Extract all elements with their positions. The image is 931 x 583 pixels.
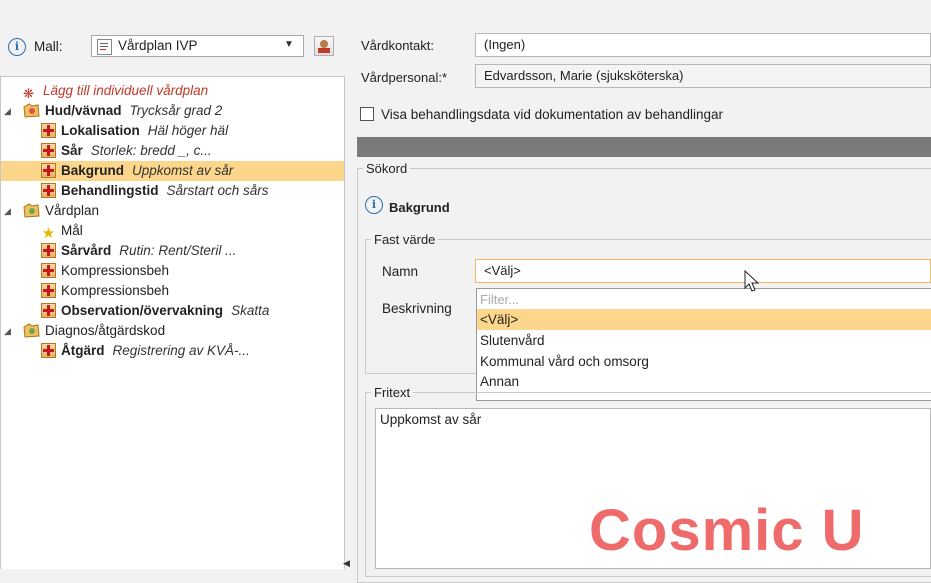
care-item-icon — [41, 283, 56, 298]
star-icon: ★ — [41, 225, 56, 242]
sokord-legend: Sökord — [366, 161, 408, 176]
beskrivning-label: Beskrivning — [382, 301, 452, 316]
dropdown-option[interactable]: Slutenvård — [477, 330, 931, 351]
tree-add-plan[interactable]: ❋ Lägg till individuell vårdplan — [23, 81, 208, 101]
tree-item-vardplan[interactable]: Vårdplan — [23, 201, 99, 221]
care-item-icon — [41, 183, 56, 198]
tree-item-lokalisation[interactable]: Lokalisation Häl höger häl — [41, 121, 228, 141]
add-plan-icon: ❋ — [23, 86, 34, 101]
collapse-icon[interactable]: ◢ — [4, 106, 11, 117]
care-item-icon — [41, 123, 56, 138]
mall-label: Mall: — [34, 39, 63, 54]
right-panel: Vårdkontakt: (Ingen) Vårdpersonal:* Edva… — [352, 0, 931, 583]
manage-template-button[interactable] — [314, 36, 334, 56]
info-icon[interactable]: i — [365, 196, 383, 214]
care-plan-tree[interactable]: ❋ Lägg till individuell vårdplan ◢ Hud/vä… — [0, 76, 345, 569]
mouse-cursor-icon — [744, 270, 760, 292]
tree-item-bakgrund[interactable]: Bakgrund Uppkomst av sår — [1, 161, 344, 181]
care-item-icon — [41, 163, 56, 178]
collapse-icon[interactable]: ◢ — [4, 206, 11, 217]
care-item-icon — [41, 263, 56, 278]
vardkontakt-label: Vårdkontakt: — [361, 38, 434, 53]
dropdown-filter-input[interactable]: Filter... — [477, 289, 931, 310]
vardkontakt-field[interactable]: (Ingen) — [475, 33, 931, 57]
care-item-icon — [41, 243, 56, 258]
dropdown-option[interactable]: <Välj> — [477, 309, 931, 330]
tree-item-diagnos[interactable]: Diagnos/åtgärdskod — [23, 321, 165, 341]
tree-item-sar[interactable]: Sår Storlek: bredd _, c... — [41, 141, 212, 161]
tree-item-mal[interactable]: ★ Mål — [41, 221, 83, 241]
info-icon[interactable]: i — [8, 38, 26, 56]
folder-icon — [23, 103, 40, 118]
care-item-icon — [41, 343, 56, 358]
care-item-icon — [41, 303, 56, 318]
tree-item-observation[interactable]: Observation/övervakning Skatta — [41, 301, 269, 321]
tree-item-kompressionsbeh-2[interactable]: Kompressionsbeh — [41, 281, 169, 301]
folder-icon — [23, 203, 40, 218]
vardpersonal-field[interactable]: Edvardsson, Marie (sjuksköterska) — [475, 64, 931, 88]
fast-varde-legend: Fast värde — [374, 232, 436, 247]
watermark: Cosmic U — [589, 498, 865, 563]
folder-icon — [23, 323, 40, 338]
section-title: Bakgrund — [389, 200, 450, 215]
show-treatment-data-checkbox[interactable] — [360, 107, 374, 121]
namn-select[interactable]: <Välj> — [475, 259, 931, 283]
dropdown-option[interactable]: Kommunal vård och omsorg — [477, 351, 931, 372]
mall-select[interactable]: Vårdplan IVP ▼ — [91, 35, 304, 57]
tree-item-behandlingstid[interactable]: Behandlingstid Sårstart och sårs — [41, 181, 269, 201]
person-icon — [320, 40, 328, 48]
collapse-icon[interactable]: ◢ — [4, 326, 11, 337]
care-item-icon — [41, 143, 56, 158]
show-treatment-data-label: Visa behandlingsdata vid dokumentation a… — [381, 107, 724, 122]
tree-item-sarvard[interactable]: Sårvård Rutin: Rent/Steril ... — [41, 241, 236, 261]
toolbar-bar — [357, 137, 931, 157]
mall-select-value: Vårdplan IVP — [118, 38, 198, 53]
namn-label: Namn — [382, 264, 419, 279]
template-icon — [97, 39, 112, 55]
chevron-down-icon: ▼ — [284, 39, 294, 50]
splitter-arrow-icon[interactable]: ◀ — [343, 558, 350, 569]
fritext-legend: Fritext — [374, 385, 411, 400]
tree-item-kompressionsbeh-1[interactable]: Kompressionsbeh — [41, 261, 169, 281]
tree-item-hud-vavnad[interactable]: Hud/vävnad Trycksår grad 2 — [23, 101, 222, 121]
tree-item-atgard[interactable]: Åtgärd Registrering av KVÅ-... — [41, 341, 250, 361]
left-panel: i Mall: Vårdplan IVP ▼ ❋ Lägg till indivi… — [0, 0, 350, 569]
vardpersonal-label: Vårdpersonal:* — [361, 70, 447, 85]
